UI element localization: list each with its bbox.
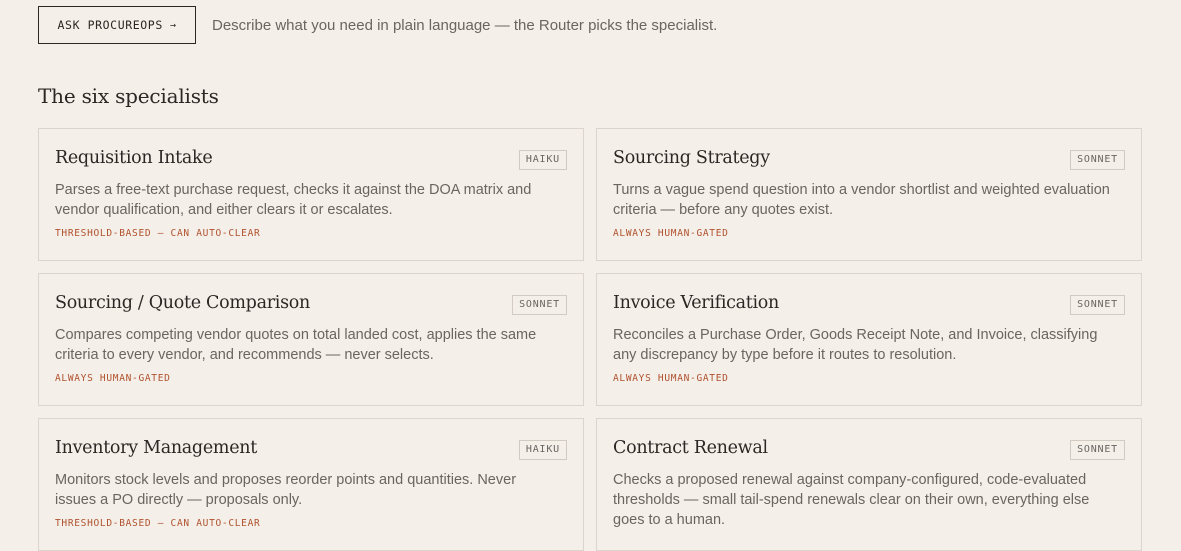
ask-row: ASK PROCUREOPS → Describe what you need … xyxy=(38,6,717,44)
section-title: The six specialists xyxy=(38,84,219,108)
specialist-card-invoice-verification[interactable]: Invoice Verification SONNET Reconciles a… xyxy=(596,273,1142,406)
specialist-description: Parses a free-text purchase request, che… xyxy=(55,182,532,218)
model-badge: SONNET xyxy=(1070,440,1125,460)
model-badge: HAIKU xyxy=(518,150,567,170)
gating-label: THRESHOLD-BASED — CAN AUTO-CLEAR xyxy=(55,228,261,239)
specialist-card-requisition-intake[interactable]: Requisition Intake HAIKU Parses a free-t… xyxy=(38,128,584,261)
specialist-title: Sourcing / Quote Comparison xyxy=(55,293,310,313)
specialist-description: Monitors stock levels and proposes reord… xyxy=(55,472,517,508)
specialist-description: Reconciles a Purchase Order, Goods Recei… xyxy=(613,327,1098,363)
specialist-card-inventory-management[interactable]: Inventory Management HAIKU Monitors stoc… xyxy=(38,418,584,551)
specialist-title: Invoice Verification xyxy=(613,293,780,313)
router-tagline: Describe what you need in plain language… xyxy=(212,16,718,34)
model-badge: SONNET xyxy=(1070,150,1125,170)
specialist-card-sourcing-strategy[interactable]: Sourcing Strategy SONNET Turns a vague s… xyxy=(596,128,1142,261)
model-badge: HAIKU xyxy=(518,440,567,460)
gating-label: ALWAYS HUMAN-GATED xyxy=(55,373,171,384)
gating-label: THRESHOLD-BASED — CAN AUTO-CLEAR xyxy=(55,518,261,529)
model-badge: SONNET xyxy=(1070,295,1125,315)
specialist-title: Sourcing Strategy xyxy=(613,148,770,168)
specialist-description: Compares competing vendor quotes on tota… xyxy=(55,327,537,363)
ask-procureops-button[interactable]: ASK PROCUREOPS → xyxy=(38,6,196,44)
specialist-title: Contract Renewal xyxy=(613,438,768,458)
specialists-grid: Requisition Intake HAIKU Parses a free-t… xyxy=(38,128,1142,551)
specialist-description: Checks a proposed renewal against compan… xyxy=(613,472,1090,528)
model-badge: SONNET xyxy=(512,295,567,315)
arrow-right-icon: → xyxy=(169,19,177,31)
gating-label: ALWAYS HUMAN-GATED xyxy=(613,373,729,384)
specialist-title: Inventory Management xyxy=(55,438,257,458)
specialist-title: Requisition Intake xyxy=(55,148,213,168)
specialist-card-quote-comparison[interactable]: Sourcing / Quote Comparison SONNET Compa… xyxy=(38,273,584,406)
specialist-card-contract-renewal[interactable]: Contract Renewal SONNET Checks a propose… xyxy=(596,418,1142,551)
specialist-description: Turns a vague spend question into a vend… xyxy=(613,182,1110,218)
gating-label: ALWAYS HUMAN-GATED xyxy=(613,228,729,239)
ask-button-label: ASK PROCUREOPS xyxy=(57,18,163,32)
